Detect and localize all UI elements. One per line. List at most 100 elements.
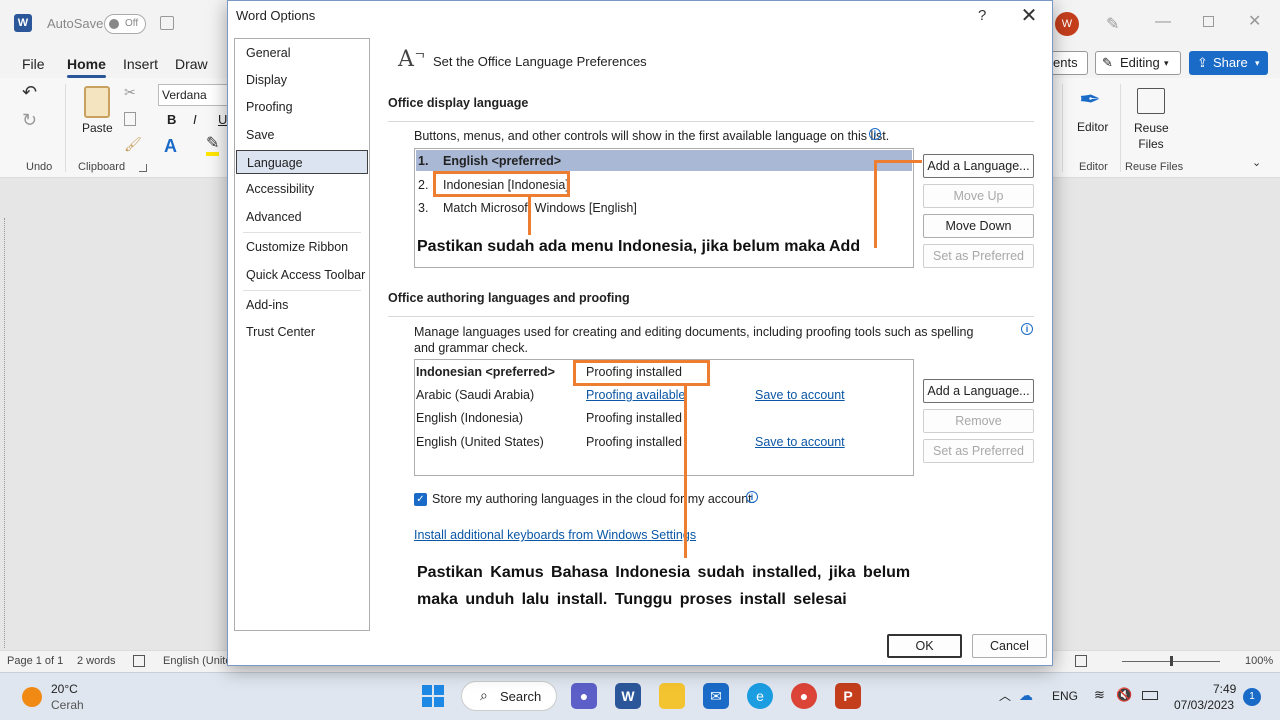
- taskbar-search[interactable]: ⌕ Search: [461, 681, 557, 711]
- nav-trust-center[interactable]: Trust Center: [236, 320, 368, 344]
- clock-time[interactable]: 7:49: [1213, 682, 1236, 696]
- file-explorer-icon[interactable]: [659, 683, 685, 709]
- underline-button[interactable]: U: [218, 112, 227, 127]
- close-window-icon[interactable]: ✕: [1248, 11, 1261, 31]
- autosave-toggle[interactable]: Off: [104, 14, 146, 34]
- add-authoring-language-button[interactable]: Add a Language...: [923, 379, 1034, 403]
- powerpoint-icon[interactable]: P: [835, 683, 861, 709]
- close-icon[interactable]: ✕: [1018, 3, 1040, 28]
- save-icon[interactable]: [160, 16, 174, 30]
- add-display-language-button[interactable]: Add a Language...: [923, 154, 1034, 178]
- editing-button[interactable]: ✎ Editing ▾: [1095, 51, 1181, 75]
- input-language[interactable]: ENG: [1052, 689, 1078, 703]
- format-painter-icon[interactable]: 🖌: [124, 136, 142, 153]
- notification-badge[interactable]: 1: [1243, 688, 1261, 706]
- remove-button[interactable]: Remove: [923, 409, 1034, 433]
- font-name-box[interactable]: Verdana: [158, 84, 238, 106]
- editor-label[interactable]: Editor: [1077, 120, 1108, 134]
- volume-icon[interactable]: 🔇: [1116, 687, 1132, 703]
- set-as-preferred-authoring-button[interactable]: Set as Preferred: [923, 439, 1034, 463]
- display-lang-3-name[interactable]: Match Microsoft Windows [English]: [443, 199, 637, 217]
- chevron-up-icon[interactable]: ︿: [999, 687, 1011, 704]
- auth-lang-4[interactable]: English (United States): [416, 433, 544, 451]
- move-down-button[interactable]: Move Down: [923, 214, 1034, 238]
- tab-draw[interactable]: Draw: [175, 56, 208, 72]
- zoom-level[interactable]: 100%: [1245, 655, 1273, 667]
- text-effects-icon[interactable]: A: [164, 136, 177, 157]
- weather-desc[interactable]: Cerah: [51, 698, 84, 712]
- auth-status-3: Proofing installed: [586, 411, 682, 425]
- info-icon[interactable]: i: [746, 491, 758, 503]
- nav-proofing[interactable]: Proofing: [236, 95, 368, 119]
- word-count[interactable]: 2 words: [77, 655, 116, 667]
- word-app-icon[interactable]: W: [615, 683, 641, 709]
- tab-insert[interactable]: Insert: [123, 56, 158, 72]
- page-count[interactable]: Page 1 of 1: [7, 655, 63, 667]
- proofing-status-icon[interactable]: [133, 655, 145, 667]
- tab-home[interactable]: Home: [67, 56, 106, 78]
- cloud-checkbox[interactable]: ✓: [414, 493, 427, 506]
- wifi-icon[interactable]: ≋: [1094, 687, 1105, 703]
- pen-icon[interactable]: ✎: [1106, 14, 1119, 34]
- reuse-files-label[interactable]: Reuse Files: [1134, 120, 1169, 152]
- cancel-button[interactable]: Cancel: [972, 634, 1047, 658]
- ok-button[interactable]: OK: [887, 634, 962, 658]
- teams-icon[interactable]: ●: [571, 683, 597, 709]
- battery-icon[interactable]: [1142, 691, 1158, 700]
- dialog-launcher-icon[interactable]: [139, 164, 147, 172]
- paste-label[interactable]: Paste: [82, 121, 113, 135]
- bold-button[interactable]: B: [167, 112, 176, 127]
- italic-button[interactable]: I: [193, 112, 197, 127]
- save-to-account-link[interactable]: Save to account: [755, 386, 845, 404]
- undo-icon[interactable]: ↶: [22, 82, 37, 103]
- onedrive-icon[interactable]: ☁: [1019, 687, 1033, 704]
- nav-add-ins[interactable]: Add-ins: [236, 293, 368, 317]
- nav-accessibility[interactable]: Accessibility: [236, 177, 368, 201]
- nav-save[interactable]: Save: [236, 123, 368, 147]
- nav-general[interactable]: General: [236, 41, 368, 65]
- print-layout-icon[interactable]: [1075, 655, 1087, 667]
- editor-icon[interactable]: ✒: [1079, 84, 1101, 115]
- section-divider: [388, 316, 1034, 317]
- nav-display[interactable]: Display: [236, 68, 368, 92]
- set-as-preferred-display-button[interactable]: Set as Preferred: [923, 244, 1034, 268]
- auth-lang-1[interactable]: Indonesian <preferred>: [416, 363, 555, 381]
- move-up-button[interactable]: Move Up: [923, 184, 1034, 208]
- reuse-files-icon[interactable]: [1137, 88, 1165, 114]
- display-lang-1-name[interactable]: English <preferred>: [443, 152, 561, 170]
- tab-file[interactable]: File: [22, 56, 45, 72]
- copy-icon[interactable]: [124, 112, 136, 126]
- highlight-icon[interactable]: ✎: [206, 136, 220, 156]
- minimize-icon[interactable]: —: [1155, 13, 1171, 31]
- chrome-icon[interactable]: ●: [791, 683, 817, 709]
- zoom-slider[interactable]: [1122, 656, 1220, 666]
- nav-customize-ribbon[interactable]: Customize Ribbon: [236, 235, 368, 259]
- info-icon[interactable]: i: [1021, 323, 1033, 335]
- paste-icon[interactable]: [84, 86, 110, 118]
- auth-lang-2[interactable]: Arabic (Saudi Arabia): [416, 386, 534, 404]
- nav-quick-access-toolbar[interactable]: Quick Access Toolbar: [236, 263, 368, 287]
- proofing-available-link[interactable]: Proofing available: [586, 386, 685, 404]
- save-to-account-link[interactable]: Save to account: [755, 433, 845, 451]
- edge-icon[interactable]: e: [747, 683, 773, 709]
- weather-temp[interactable]: 20°C: [51, 682, 78, 696]
- auth-lang-3[interactable]: English (Indonesia): [416, 409, 523, 427]
- cloud-checkbox-label[interactable]: Store my authoring languages in the clou…: [432, 492, 755, 506]
- install-keyboards-link[interactable]: Install additional keyboards from Window…: [414, 528, 696, 542]
- mail-icon[interactable]: ✉: [703, 683, 729, 709]
- nav-language[interactable]: Language: [236, 150, 368, 174]
- editing-label: Editing: [1120, 55, 1160, 70]
- annotation-connector: [874, 160, 922, 163]
- start-windows-icon[interactable]: [422, 685, 444, 707]
- help-icon[interactable]: ?: [978, 7, 986, 24]
- share-button[interactable]: ⇪ Share ▾: [1189, 51, 1268, 75]
- clock-date[interactable]: 07/03/2023: [1174, 698, 1234, 712]
- maximize-icon[interactable]: [1203, 16, 1214, 27]
- info-icon[interactable]: i: [869, 128, 881, 140]
- redo-icon[interactable]: ↻: [22, 110, 37, 131]
- collapse-ribbon-icon[interactable]: ⌄: [1252, 156, 1261, 169]
- cut-icon[interactable]: ✂: [124, 84, 136, 101]
- avatar[interactable]: W: [1055, 12, 1079, 36]
- status-language[interactable]: English (Unite: [163, 655, 231, 667]
- nav-advanced[interactable]: Advanced: [236, 205, 368, 229]
